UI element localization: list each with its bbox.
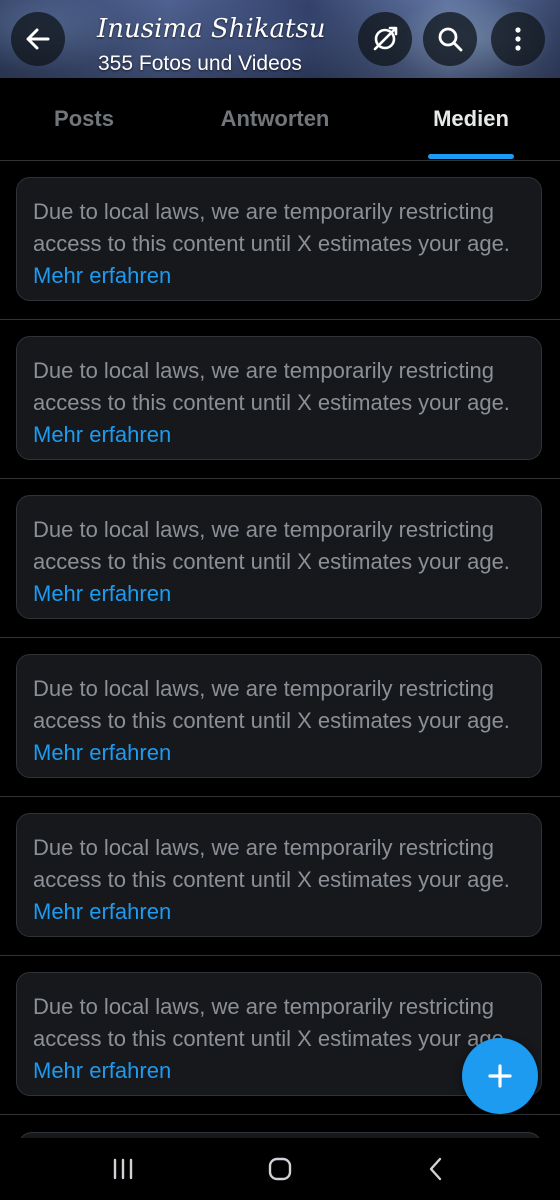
recents-button[interactable] (93, 1148, 153, 1190)
restricted-content-card: Due to local laws, we are temporarily re… (16, 654, 542, 778)
compose-button[interactable] (462, 1038, 538, 1114)
more-options-button[interactable] (491, 12, 545, 66)
tab-antworten[interactable]: Antworten (168, 78, 382, 160)
learn-more-link[interactable]: Mehr erfahren (33, 740, 171, 765)
learn-more-link[interactable]: Mehr erfahren (33, 581, 171, 606)
learn-more-link[interactable]: Mehr erfahren (33, 1058, 171, 1083)
list-item: Due to local laws, we are temporarily re… (0, 320, 560, 479)
list-item: Due to local laws, we are temporarily re… (0, 161, 560, 320)
list-item: Due to local laws, we are temporarily re… (0, 638, 560, 797)
restriction-notice: Due to local laws, we are temporarily re… (33, 835, 510, 892)
search-button[interactable] (423, 12, 477, 66)
plus-icon (488, 1064, 512, 1088)
media-feed[interactable]: Due to local laws, we are temporarily re… (0, 161, 560, 1138)
home-button[interactable] (250, 1148, 310, 1190)
back-button[interactable] (11, 12, 65, 66)
restricted-content-card: Due to local laws, we are temporarily re… (16, 813, 542, 937)
list-item: Due to local laws, we are temporarily re… (0, 797, 560, 956)
home-icon (268, 1157, 292, 1181)
restriction-notice: Due to local laws, we are temporarily re… (33, 676, 510, 733)
restriction-notice: Due to local laws, we are temporarily re… (33, 517, 510, 574)
profile-header: Inusima Shikatsu 355 Fotos und Videos (0, 0, 560, 78)
profile-name: Inusima Shikatsu (97, 14, 326, 44)
chevron-left-icon (429, 1157, 442, 1181)
tab-posts[interactable]: Posts (0, 78, 168, 160)
system-navigation-bar (0, 1138, 560, 1200)
tab-medien[interactable]: Medien (382, 78, 560, 160)
restriction-notice: Due to local laws, we are temporarily re… (33, 199, 510, 256)
arrow-left-icon (26, 28, 50, 50)
learn-more-link[interactable]: Mehr erfahren (33, 422, 171, 447)
list-item: Due to local laws, we are temporarily re… (0, 479, 560, 638)
learn-more-link[interactable]: Mehr erfahren (33, 899, 171, 924)
restricted-content-card: Due to local laws, we are temporarily re… (16, 336, 542, 460)
restriction-notice: Due to local laws, we are temporarily re… (33, 358, 510, 415)
system-back-button[interactable] (406, 1148, 466, 1190)
sync-off-icon (373, 26, 398, 51)
search-icon (438, 27, 463, 52)
profile-tabs: Posts Antworten Medien (0, 78, 560, 161)
restricted-content-card: Due to local laws, we are temporarily re… (16, 495, 542, 619)
restricted-content-card: Due to local laws, we are temporarily re… (16, 177, 542, 301)
restriction-notice: Due to local laws, we are temporarily re… (33, 994, 510, 1051)
sync-off-button[interactable] (358, 12, 412, 66)
recents-icon (113, 1158, 133, 1180)
learn-more-link[interactable]: Mehr erfahren (33, 263, 171, 288)
media-count: 355 Fotos und Videos (98, 52, 302, 75)
active-tab-indicator (428, 154, 514, 159)
more-vertical-icon (515, 27, 521, 51)
